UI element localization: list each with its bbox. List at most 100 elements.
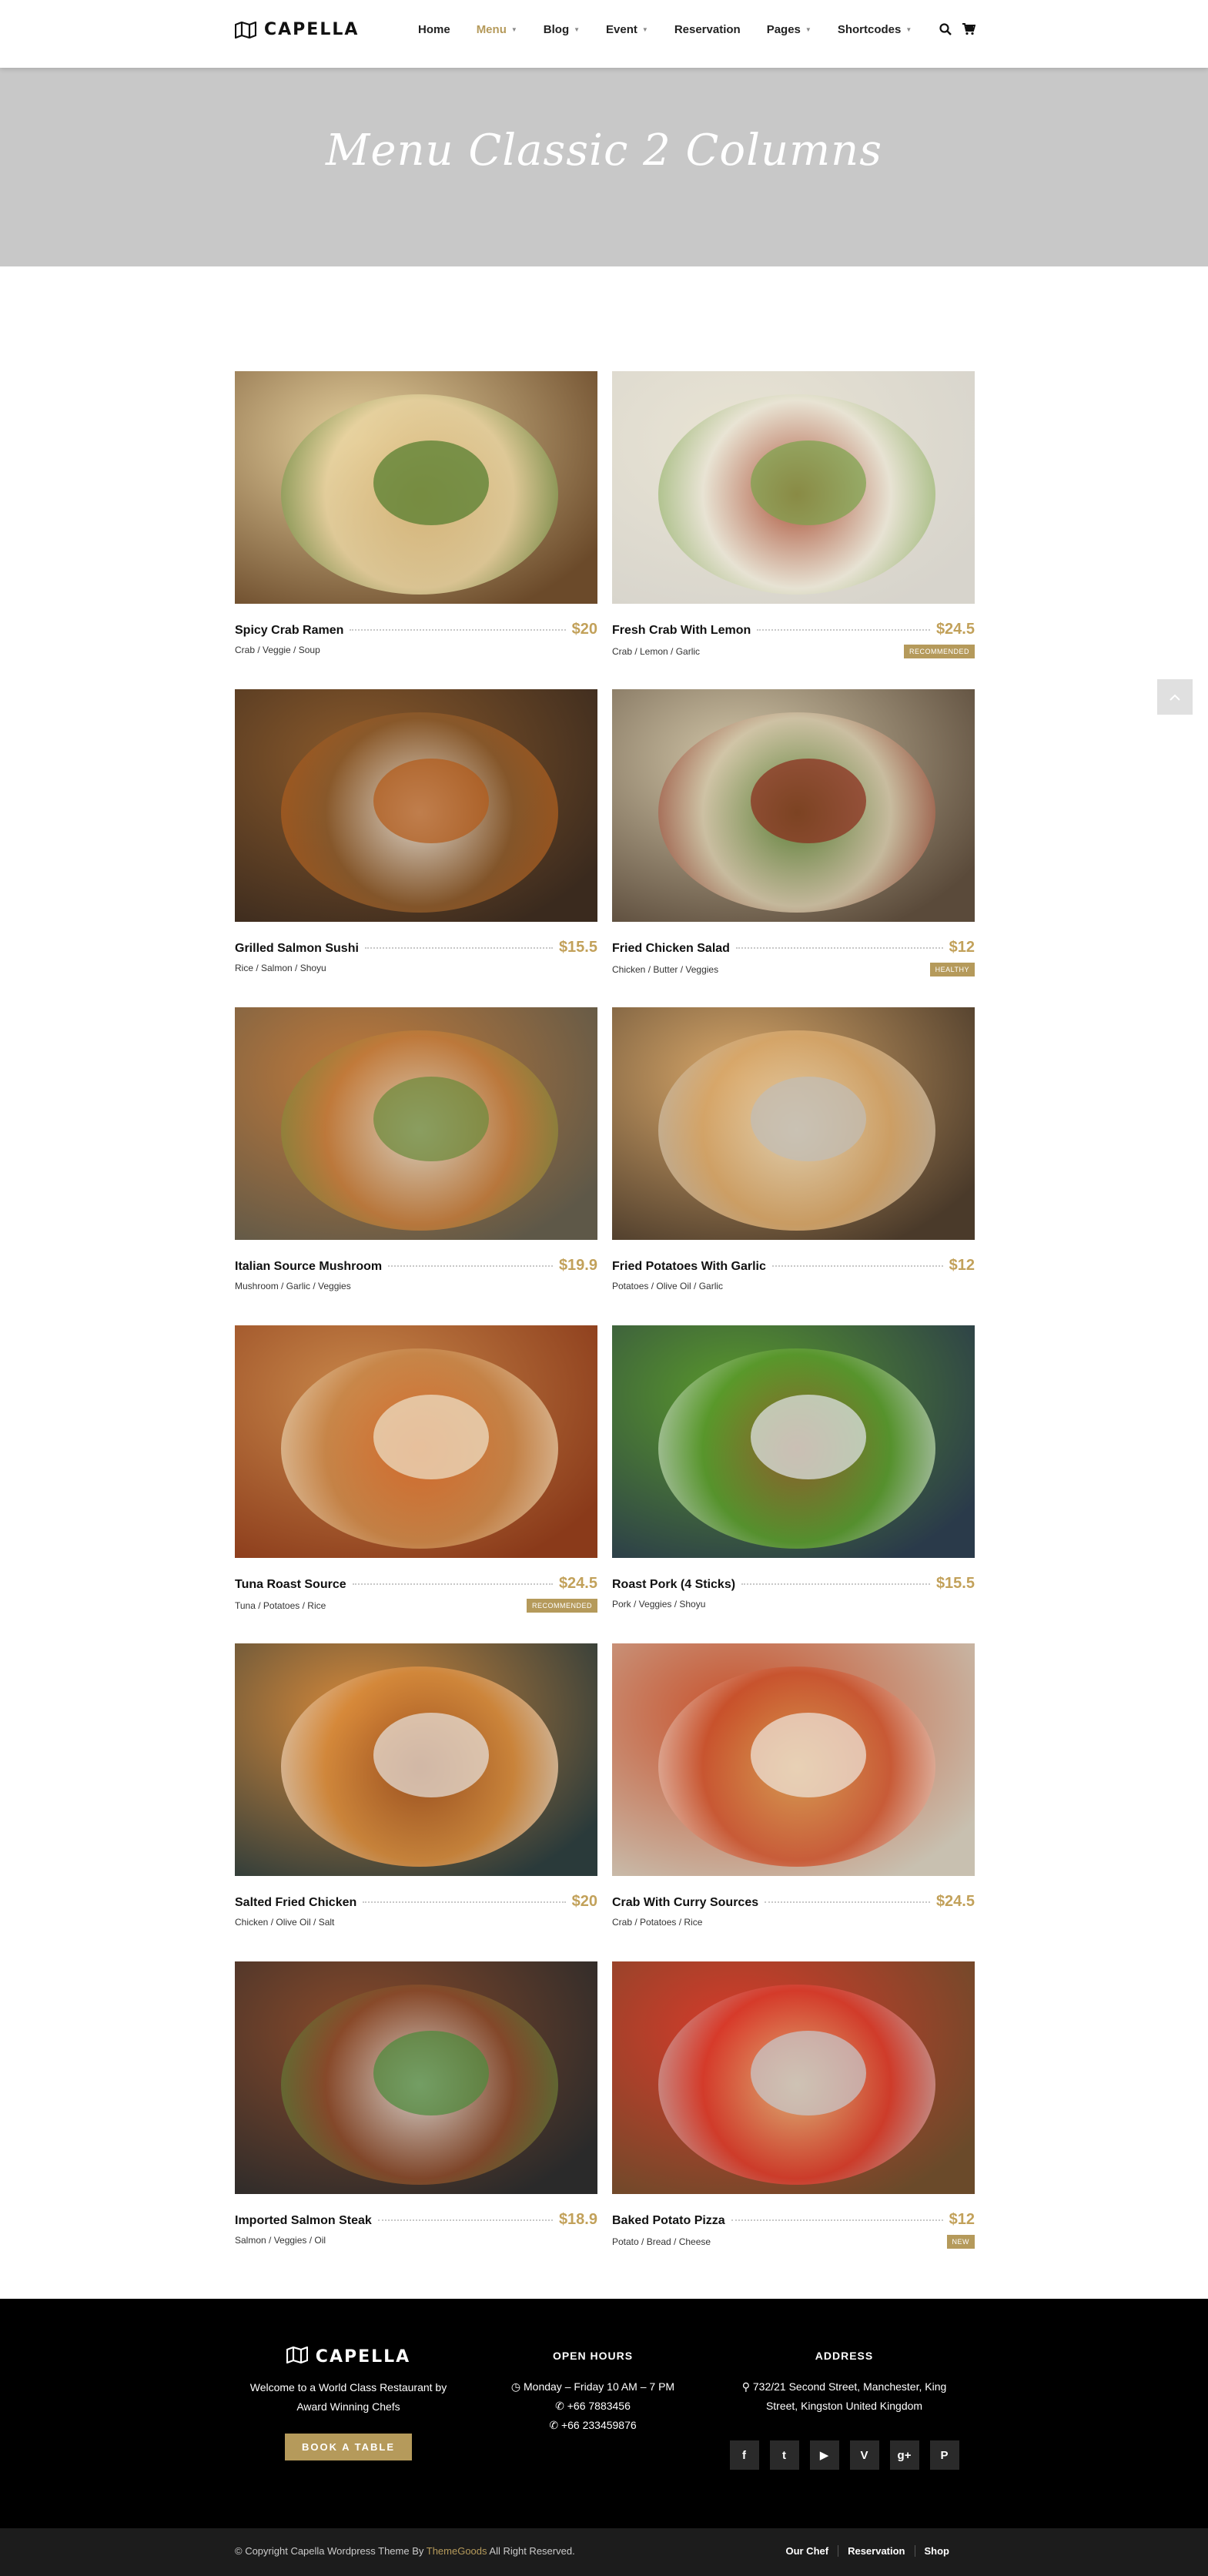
dish-badge: RECOMMENDED — [903, 645, 975, 658]
facebook-icon[interactable]: f — [729, 2440, 759, 2470]
twitter-icon[interactable]: t — [769, 2440, 799, 2470]
dish-photo[interactable] — [235, 1643, 597, 1876]
address-text: 732/21 Second Street, Manchester, King S… — [752, 2380, 947, 2412]
dish-name[interactable]: Italian Source Mushroom — [235, 1260, 382, 1274]
dish-title-row: Crab With Curry Sources $24.5 — [612, 1893, 975, 1911]
dish-photo[interactable] — [235, 1961, 597, 2194]
footer-link-our-chef[interactable]: Our Chef — [776, 2545, 838, 2557]
nav-item-home[interactable]: Home — [418, 23, 450, 36]
dish-name[interactable]: Fried Chicken Salad — [612, 942, 730, 956]
menu-item[interactable]: Grilled Salmon Sushi $15.5 Rice / Salmon /… — [235, 689, 597, 973]
menu-item[interactable]: Spicy Crab Ramen $20 Crab / Veggie / Soup — [235, 371, 597, 655]
menu-item[interactable]: Baked Potato Pizza $12 Potato / Bread / Ch… — [612, 1961, 975, 2249]
dish-price: $20 — [571, 621, 597, 638]
dish-photo[interactable] — [612, 689, 975, 922]
menu-item[interactable]: Tuna Roast Source $24.5 Tuna / Potatoes / … — [235, 1325, 597, 1613]
pinterest-icon[interactable]: P — [929, 2440, 959, 2470]
dish-title-row: Baked Potato Pizza $12 — [612, 2211, 975, 2229]
dish-title-row: Spicy Crab Ramen $20 — [235, 621, 597, 638]
menu-item[interactable]: Fresh Crab With Lemon $24.5 Crab / Lemon /… — [612, 371, 975, 658]
dish-garnish — [751, 1395, 866, 1479]
nav-item-event[interactable]: Event ▼ — [606, 23, 648, 36]
book-table-button[interactable]: BOOK A TABLE — [284, 2434, 412, 2460]
menu-item[interactable]: Crab With Curry Sources $24.5 Crab / Potat… — [612, 1643, 975, 1928]
nav-item-label: Reservation — [674, 23, 741, 36]
map-icon — [235, 21, 256, 39]
dish-ingredients: Potato / Bread / Cheese — [612, 2236, 711, 2247]
dish-garnish — [373, 1713, 489, 1797]
youtube-icon[interactable]: ▶ — [809, 2440, 839, 2470]
dish-name[interactable]: Crab With Curry Sources — [612, 1896, 758, 1910]
footer-link-shop[interactable]: Shop — [914, 2545, 959, 2557]
dish-ingredients: Crab / Lemon / Garlic — [612, 646, 701, 657]
nav-item-reservation[interactable]: Reservation — [674, 23, 741, 36]
nav-item-label: Event — [606, 23, 637, 36]
dish-price: $15.5 — [558, 939, 597, 956]
copyright-brand-link[interactable]: ThemeGoods — [427, 2545, 487, 2557]
menu-item[interactable]: Italian Source Mushroom $19.9 Mushroom / G… — [235, 1007, 597, 1291]
google-plus-icon[interactable]: g+ — [889, 2440, 919, 2470]
dish-meta: Chicken / Olive Oil / Salt — [235, 1917, 597, 1928]
dish-photo[interactable] — [612, 1961, 975, 2194]
dish-title-row: Tuna Roast Source $24.5 — [235, 1575, 597, 1593]
dish-ingredients: Crab / Veggie / Soup — [235, 645, 320, 655]
nav-item-label: Home — [418, 23, 450, 36]
dish-garnish — [373, 2031, 489, 2115]
dish-meta: Rice / Salmon / Shoyu — [235, 963, 597, 973]
dish-meta: Potatoes / Olive Oil / Garlic — [612, 1281, 975, 1291]
dish-meta: Crab / Veggie / Soup — [235, 645, 597, 655]
cart-icon[interactable] — [962, 23, 976, 39]
dish-price: $20 — [571, 1893, 597, 1910]
vimeo-icon[interactable]: V — [849, 2440, 879, 2470]
dish-meta: Crab / Potatoes / Rice — [612, 1917, 975, 1928]
copyright: © Copyright Capella Wordpress Theme By T… — [235, 2545, 575, 2557]
dish-photo[interactable] — [612, 371, 975, 604]
nav-item-label: Menu — [476, 23, 507, 36]
dish-name[interactable]: Fried Potatoes With Garlic — [612, 1260, 766, 1274]
dish-name[interactable]: Fresh Crab With Lemon — [612, 624, 751, 638]
footer-link-reservation[interactable]: Reservation — [838, 2545, 914, 2557]
menu-item[interactable]: Salted Fried Chicken $20 Chicken / Olive O… — [235, 1643, 597, 1928]
dish-photo[interactable] — [235, 371, 597, 604]
header-icons — [939, 23, 976, 39]
phone-icon: ✆ — [555, 2400, 564, 2412]
dish-price: $24.5 — [558, 1575, 597, 1592]
dish-photo[interactable] — [612, 1643, 975, 1876]
footer-logo[interactable]: CAPELLA — [235, 2346, 462, 2367]
search-icon[interactable] — [939, 23, 952, 39]
site-footer: CAPELLA Welcome to a World Class Restaur… — [0, 2299, 1208, 2528]
dish-title-row: Fresh Crab With Lemon $24.5 — [612, 621, 975, 638]
nav-item-blog[interactable]: Blog ▼ — [544, 23, 580, 36]
dish-name[interactable]: Baked Potato Pizza — [612, 2214, 725, 2228]
address-heading: ADDRESS — [815, 2350, 874, 2362]
dish-photo[interactable] — [612, 1007, 975, 1240]
nav-item-menu[interactable]: Menu ▼ — [477, 23, 517, 36]
dish-name[interactable]: Tuna Roast Source — [235, 1578, 346, 1592]
dish-garnish — [373, 1077, 489, 1161]
dish-photo[interactable] — [612, 1325, 975, 1558]
dish-name[interactable]: Imported Salmon Steak — [235, 2214, 372, 2228]
nav-item-shortcodes[interactable]: Shortcodes ▼ — [838, 23, 912, 36]
dish-name[interactable]: Salted Fried Chicken — [235, 1896, 356, 1910]
menu-item[interactable]: Fried Potatoes With Garlic $12 Potatoes / … — [612, 1007, 975, 1291]
dish-name[interactable]: Roast Pork (4 Sticks) — [612, 1578, 735, 1592]
menu-item[interactable]: Imported Salmon Steak $18.9 Salmon / Veggi… — [235, 1961, 597, 2246]
menu-item[interactable]: Roast Pork (4 Sticks) $15.5 Pork / Veggies… — [612, 1325, 975, 1610]
site-logo[interactable]: CAPELLA — [235, 20, 359, 39]
menu-item[interactable]: Fried Chicken Salad $12 Chicken / Butter /… — [612, 689, 975, 976]
phone-2: +66 233459876 — [560, 2419, 637, 2431]
dish-photo[interactable] — [235, 1325, 597, 1558]
nav-item-label: Pages — [766, 23, 801, 36]
dish-name[interactable]: Spicy Crab Ramen — [235, 624, 343, 638]
dish-price: $12 — [949, 939, 975, 956]
dish-name[interactable]: Grilled Salmon Sushi — [235, 942, 359, 956]
dish-price: $24.5 — [935, 1893, 975, 1910]
scroll-top-button[interactable] — [1157, 679, 1193, 715]
dotted-leader — [388, 1265, 553, 1267]
dish-photo[interactable] — [235, 689, 597, 922]
dish-photo[interactable] — [235, 1007, 597, 1240]
dish-title-row: Italian Source Mushroom $19.9 — [235, 1257, 597, 1275]
nav-item-pages[interactable]: Pages ▼ — [767, 23, 811, 36]
address-line: ⚲ 732/21 Second Street, Manchester, King… — [727, 2377, 962, 2416]
phone-icon: ✆ — [549, 2419, 559, 2431]
